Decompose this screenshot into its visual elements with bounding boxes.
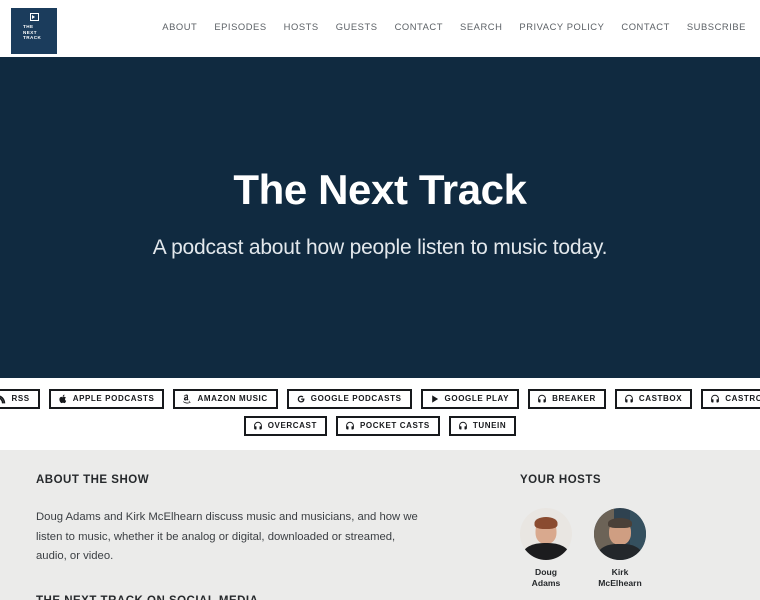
nav-privacy-policy[interactable]: Privacy Policy — [519, 21, 604, 32]
site-logo[interactable]: The Next Track — [11, 8, 57, 54]
your-hosts-heading: Your Hosts — [520, 474, 602, 486]
subscribe-label: Amazon Music — [197, 394, 268, 403]
nav-contact-2[interactable]: Contact — [621, 21, 669, 32]
hosts-list: Doug Adams Kirk McElhearn — [520, 508, 726, 589]
headphones-icon — [458, 421, 468, 431]
logo-wordmark: The Next Track — [23, 24, 45, 41]
nav-subscribe[interactable]: Subscribe — [687, 21, 746, 32]
subscribe-label: Castbox — [638, 394, 683, 403]
subscribe-label: Pocket Casts — [359, 421, 430, 430]
nav-episodes[interactable]: Episodes — [214, 21, 266, 32]
amazon-icon — [182, 394, 192, 404]
logo-line-1: The — [23, 24, 34, 29]
subscribe-label: Google Play — [444, 394, 510, 403]
nav-guests[interactable]: Guests — [336, 21, 378, 32]
subscribe-button-castro[interactable]: Castro — [701, 389, 760, 409]
subscribe-button-tunein[interactable]: TuneIn — [448, 416, 517, 436]
about-the-show-body: Doug Adams and Kirk McElhearn discuss mu… — [36, 511, 418, 562]
host-name: Kirk McElhearn — [598, 567, 642, 588]
subscribe-button-rss[interactable]: RSS — [0, 389, 40, 409]
headphones-icon — [537, 394, 547, 404]
nav-about[interactable]: About — [162, 21, 197, 32]
avatar-art — [534, 517, 558, 529]
subscribe-button-breaker[interactable]: Breaker — [528, 389, 606, 409]
social-media-heading: The Next Track on Social Media — [36, 595, 434, 600]
subscribe-label: RSS — [11, 394, 30, 403]
about-and-hosts-section: About the Show Doug Adams and Kirk McElh… — [0, 450, 760, 600]
subscribe-label: Overcast — [267, 421, 317, 430]
rss-icon — [0, 394, 6, 404]
host-item[interactable]: Doug Adams — [520, 508, 572, 589]
subscribe-label: Castro — [725, 394, 760, 403]
google-g-icon — [296, 394, 306, 404]
hero-banner: The Next Track A podcast about how peopl… — [0, 57, 760, 378]
subscribe-links-band: RSS Apple Podcasts Amazon Music — [0, 378, 760, 450]
page-title: The Next Track — [233, 166, 527, 214]
subscribe-button-overcast[interactable]: Overcast — [243, 416, 327, 436]
subscribe-button-castbox[interactable]: Castbox — [614, 389, 693, 409]
nav-search[interactable]: Search — [460, 21, 502, 32]
hosts-column: Your Hosts Doug Adams Kirk McElhearn — [496, 474, 726, 600]
subscribe-button-apple-podcasts[interactable]: Apple Podcasts — [48, 389, 165, 409]
avatar-art — [594, 508, 614, 560]
subscribe-label: TuneIn — [472, 421, 507, 430]
play-triangle-icon — [430, 394, 440, 404]
subscribe-row-2: Overcast Pocket Casts TuneIn — [0, 416, 760, 436]
about-column: About the Show Doug Adams and Kirk McElh… — [34, 474, 434, 600]
logo-line-2: Next — [23, 29, 38, 35]
host-name: Doug Adams — [531, 567, 561, 588]
page-subtitle: A podcast about how people listen to mus… — [152, 235, 608, 259]
subscribe-row-1: RSS Apple Podcasts Amazon Music — [0, 389, 760, 409]
subscribe-button-google-podcasts[interactable]: Google Podcasts — [286, 389, 412, 409]
nav-contact[interactable]: Contact — [395, 21, 443, 32]
headphones-icon — [345, 421, 355, 431]
play-square-icon — [29, 13, 39, 21]
nav-hosts[interactable]: Hosts — [284, 21, 319, 32]
avatar[interactable] — [594, 508, 646, 560]
apple-icon — [58, 394, 68, 404]
avatar-art — [630, 508, 646, 560]
host-item[interactable]: Kirk McElhearn — [594, 508, 646, 589]
avatar-art — [608, 518, 632, 528]
about-the-show-heading: About the Show — [36, 474, 150, 486]
primary-navigation: About Episodes Hosts Guests Contact Sear… — [162, 21, 746, 32]
headphones-icon — [253, 421, 263, 431]
subscribe-button-google-play[interactable]: Google Play — [420, 389, 520, 409]
headphones-icon — [624, 394, 634, 404]
subscribe-button-amazon-music[interactable]: Amazon Music — [173, 389, 278, 409]
subscribe-button-pocket-casts[interactable]: Pocket Casts — [335, 416, 440, 436]
headphones-icon — [710, 394, 720, 404]
avatar[interactable] — [520, 508, 572, 560]
logo-line-3: Track — [23, 35, 42, 41]
site-header: The Next Track About Episodes Hosts Gues… — [0, 0, 760, 57]
subscribe-label: Breaker — [552, 394, 596, 403]
subscribe-label: Apple Podcasts — [72, 394, 155, 403]
subscribe-label: Google Podcasts — [310, 394, 402, 403]
